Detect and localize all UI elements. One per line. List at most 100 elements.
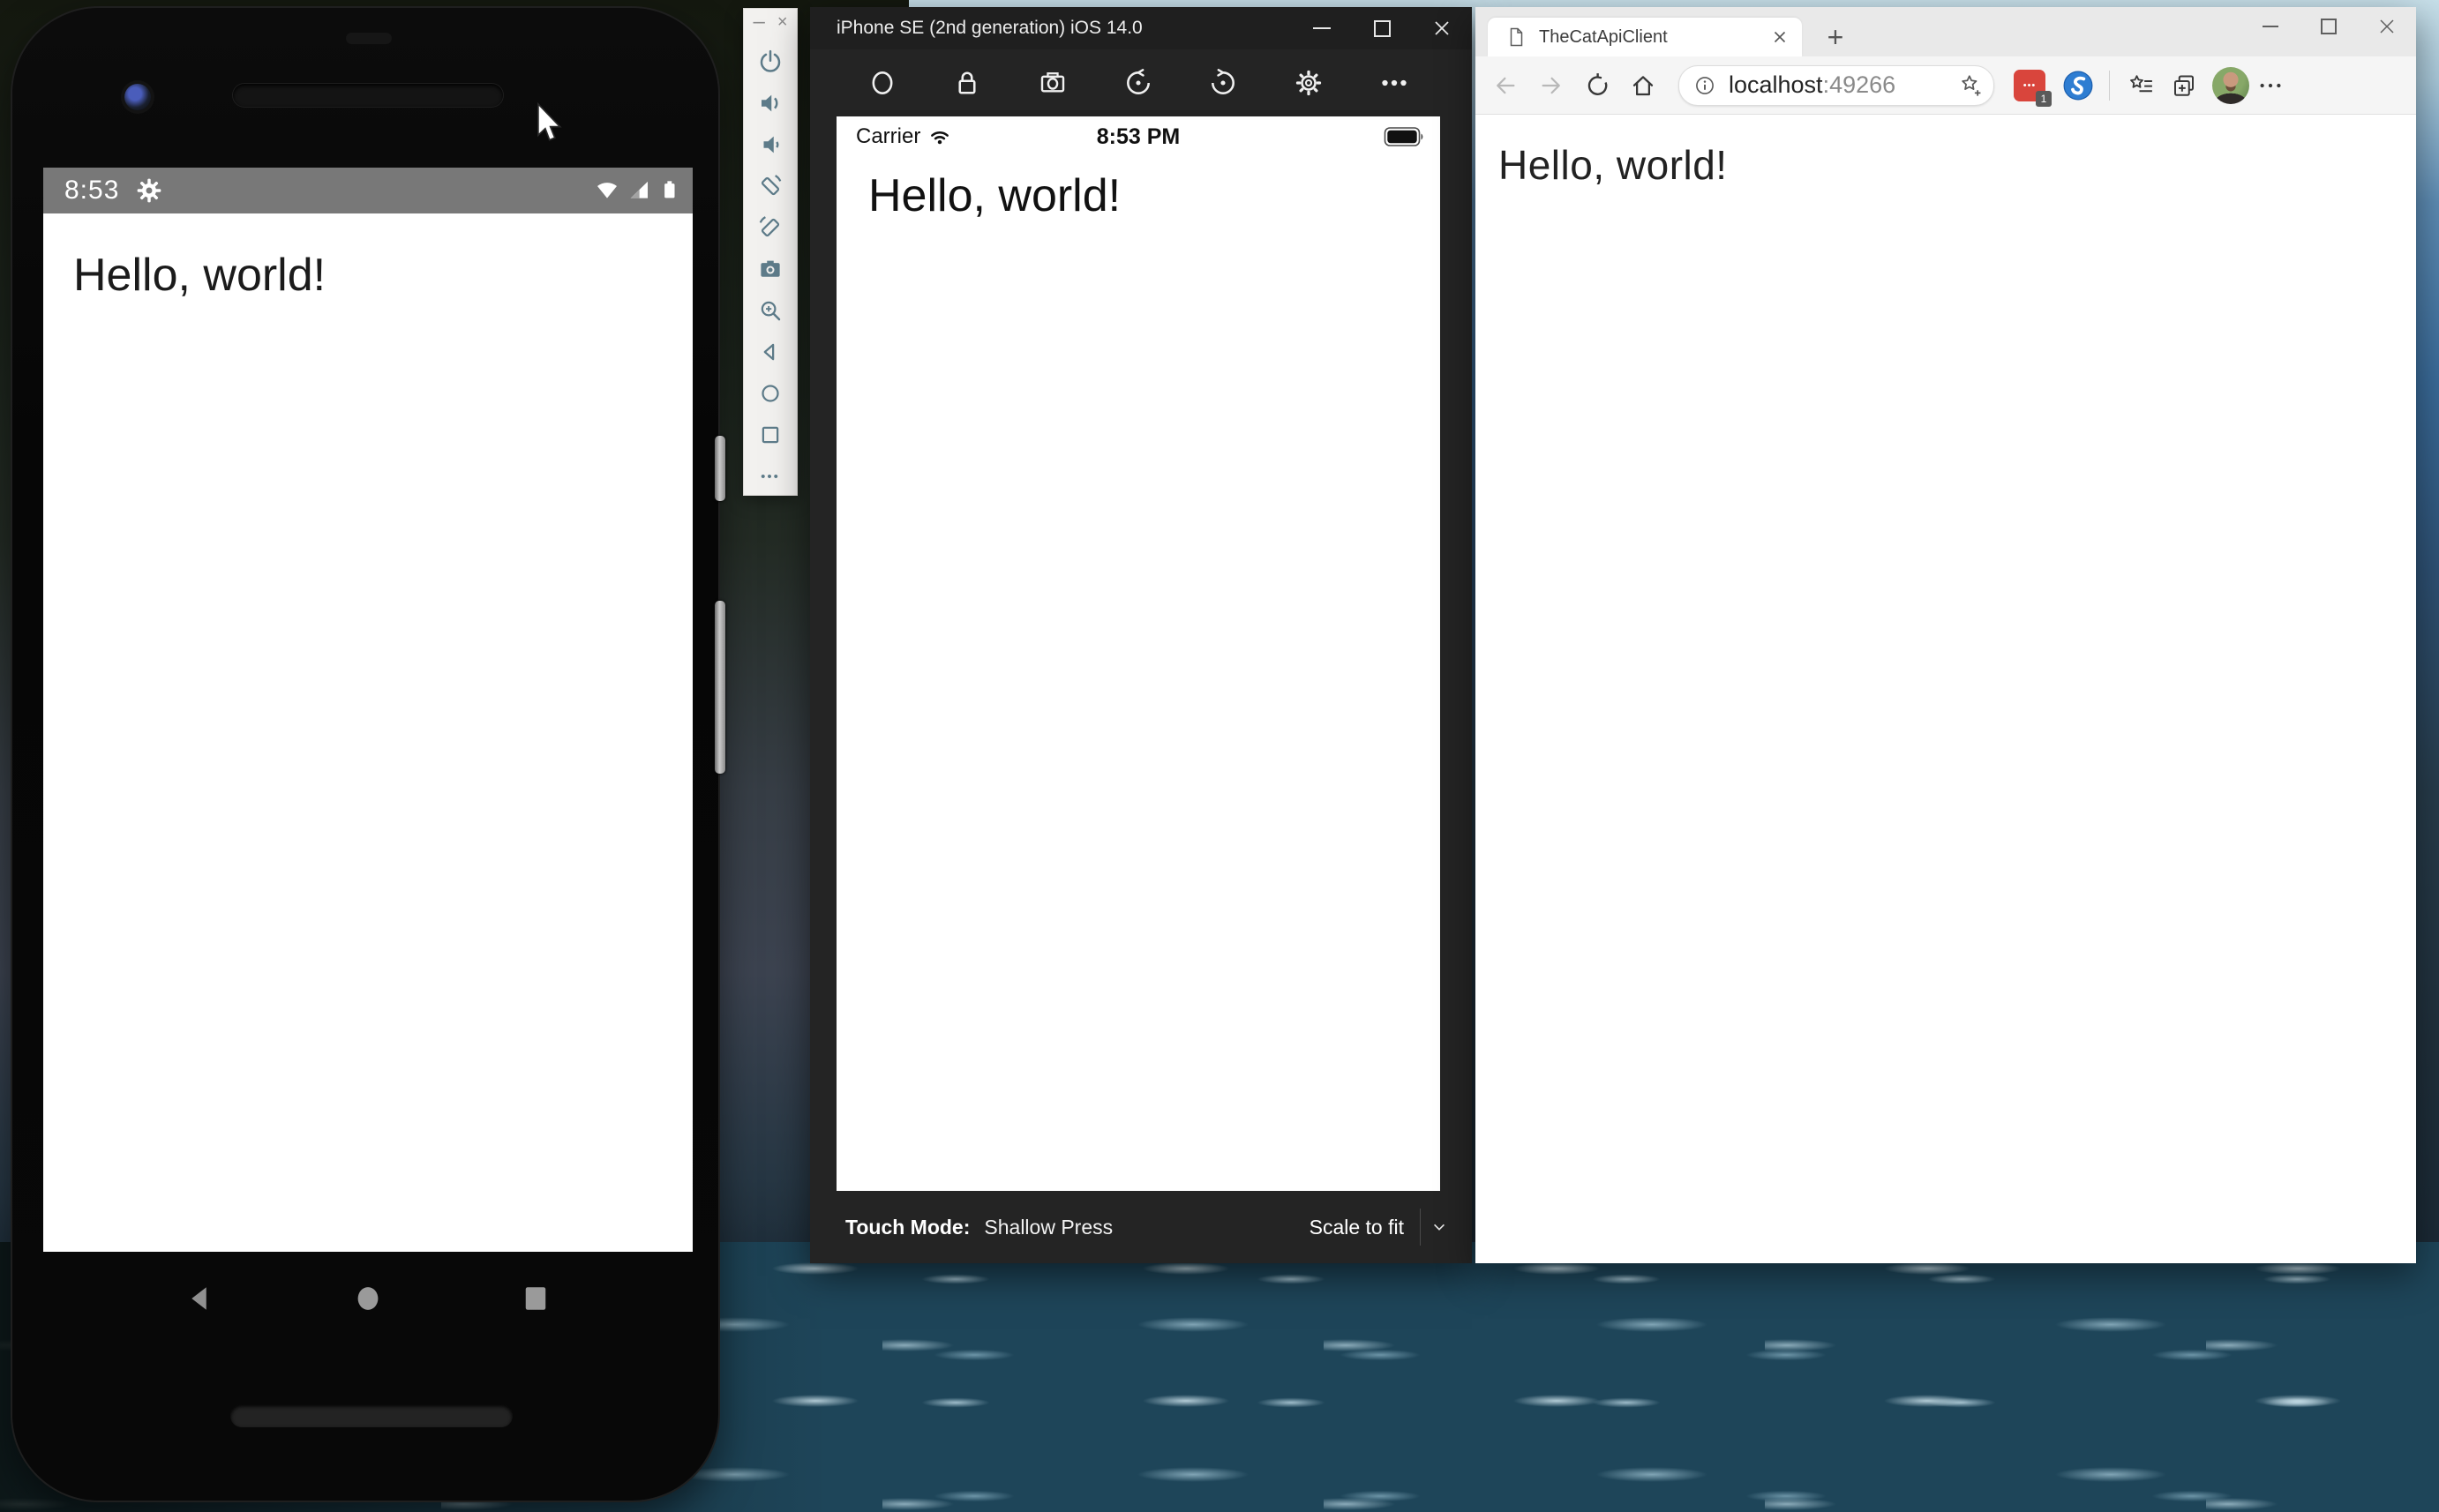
address-bar[interactable]: localhost:49266 [1678,65,1994,106]
nav-back-button[interactable] [184,1283,216,1319]
maximize-icon [1374,20,1391,37]
emulator-more-button[interactable]: ••• [751,459,790,494]
emulator-toolbar: – × [743,8,798,496]
bottom-speaker [230,1404,513,1427]
ios-maximize-button[interactable] [1352,7,1412,49]
emulator-volume-down-button[interactable] [751,127,790,162]
ios-window-title: iPhone SE (2nd generation) iOS 14.0 [837,18,1143,39]
scale-to-fit-label: Scale to fit [1310,1216,1404,1239]
extension-red-icon[interactable]: ••• 1 [2014,70,2045,101]
android-screen[interactable]: 8:53 [43,168,693,1252]
ios-status-bar: 8:53 PM Carrier [837,116,1440,157]
close-icon [1773,30,1787,44]
volume-side-button[interactable] [715,601,725,774]
favorites-star-list-icon [2128,72,2155,99]
more-dots-icon [2257,72,2284,99]
minimize-icon [1313,27,1331,29]
browser-tab[interactable]: TheCatApiClient [1488,18,1802,56]
ios-screen[interactable]: 8:53 PM Carrier Hello, world! [837,116,1440,1191]
nav-overview-button[interactable] [520,1283,552,1319]
ios-rotate-left-button[interactable] [1112,49,1165,116]
ios-close-button[interactable] [1412,7,1472,49]
page-greeting-text: Hello, world! [1498,141,2416,189]
favorites-button[interactable] [2120,64,2163,107]
front-camera [124,84,151,110]
settings-gear-icon [135,176,163,205]
emulator-rotate-right-button[interactable] [751,210,790,245]
extension-blue-icon[interactable] [2061,69,2095,102]
ios-settings-button[interactable] [1282,49,1335,116]
emulator-screenshot-button[interactable] [751,251,790,287]
android-greeting-text: Hello, world! [73,249,693,302]
new-tab-button[interactable]: + [1818,19,1853,55]
emulator-minimize-button[interactable]: – [753,12,764,32]
ios-lock-button[interactable] [941,49,994,116]
tab-title: TheCatApiClient [1539,27,1765,48]
home-icon [1630,72,1656,99]
scale-to-fit-dropdown[interactable]: Scale to fit [1310,1209,1447,1246]
close-icon [2379,19,2395,34]
refresh-button[interactable] [1574,63,1620,109]
earpiece-speaker [233,84,503,107]
touch-mode-value: Shallow Press [984,1216,1113,1239]
more-dots-icon [1378,67,1410,99]
emulator-zoom-button[interactable] [751,293,790,328]
browser-page-content[interactable]: Hello, world! [1475,115,2416,1263]
window-close-button[interactable] [2358,7,2416,46]
url-port: :49266 [1823,71,1896,98]
cellular-signal-icon [626,176,652,206]
home-button[interactable] [1620,63,1666,109]
ios-greeting-text: Hello, world! [868,169,1440,222]
ios-status-time: 8:53 PM [837,124,1440,150]
minimize-icon [2263,26,2278,27]
emulator-power-button[interactable] [751,44,790,79]
android-emulator-device: 8:53 [12,8,718,1501]
ios-minimize-button[interactable] [1292,7,1352,49]
maximize-icon [2321,19,2337,34]
android-status-time: 8:53 [64,176,119,206]
emulator-volume-up-button[interactable] [751,86,790,121]
window-maximize-button[interactable] [2300,7,2358,46]
ios-rotate-right-button[interactable] [1197,49,1250,116]
power-side-button[interactable] [715,436,725,501]
ios-more-button[interactable] [1368,49,1421,116]
url-text[interactable]: localhost:49266 [1729,71,1958,99]
ios-titlebar: iPhone SE (2nd generation) iOS 14.0 [810,7,1472,49]
extension-dots: ••• [2023,80,2037,91]
top-frame-detail [346,33,392,44]
ios-simulator-toolbar [810,49,1472,116]
nav-home-button[interactable] [352,1283,384,1319]
arrow-left-icon [1492,72,1519,99]
collections-button[interactable] [2163,64,2205,107]
window-minimize-button[interactable] [2241,7,2300,46]
chevron-down-icon [1431,1219,1447,1235]
tab-close-button[interactable] [1765,22,1795,52]
emulator-close-button[interactable]: × [777,12,788,32]
refresh-icon [1584,72,1610,99]
add-favorite-button[interactable] [1958,73,1983,98]
android-navigation-bar [43,1260,693,1341]
browser-menu-button[interactable] [2249,64,2292,107]
arrow-right-icon [1538,72,1565,99]
tab-strip: TheCatApiClient + [1475,7,2416,56]
emulator-overview-button[interactable] [751,417,790,453]
emulator-home-button[interactable] [751,376,790,411]
page-document-icon [1505,26,1527,48]
ios-simulator-window: iPhone SE (2nd generation) iOS 14.0 [810,7,1472,1263]
site-info-icon[interactable] [1693,74,1716,97]
ios-screenshot-button[interactable] [1026,49,1079,116]
close-icon [1433,19,1451,37]
ios-home-button[interactable] [856,49,909,116]
more-dots-icon: ••• [761,469,780,484]
emulator-back-button[interactable] [751,334,790,370]
browser-toolbar: localhost:49266 ••• 1 [1475,56,2416,115]
profile-avatar[interactable] [2212,67,2249,104]
emulator-rotate-left-button[interactable] [751,168,790,204]
forward-button[interactable] [1528,63,1574,109]
toolbar-separator [2109,71,2110,101]
star-add-icon [1958,73,1983,98]
touch-mode-label: Touch Mode: [845,1216,970,1239]
back-button[interactable] [1482,63,1528,109]
android-status-bar: 8:53 [43,168,693,213]
wifi-icon [594,176,620,206]
